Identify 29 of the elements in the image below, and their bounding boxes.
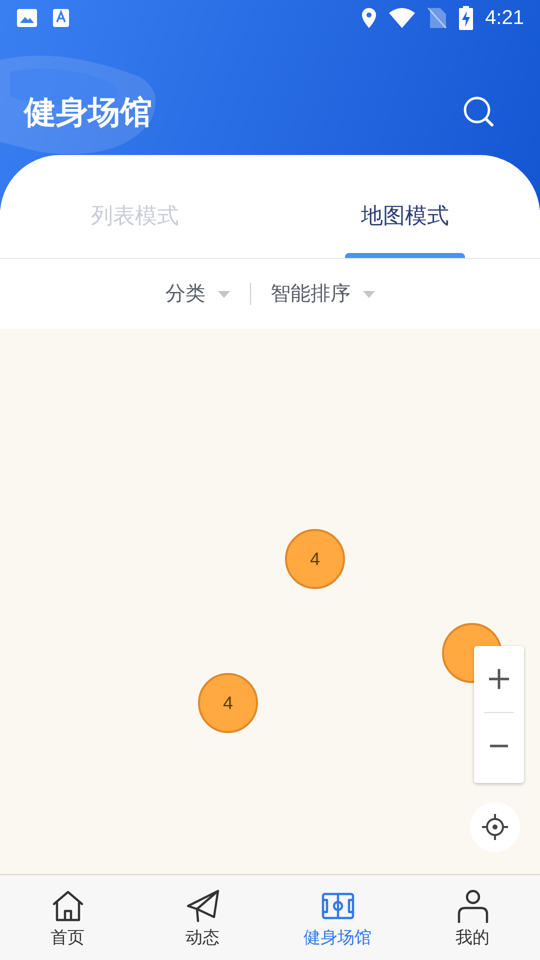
battery-charging-icon [459,6,474,30]
map-area[interactable]: 4 4 [0,329,540,874]
home-icon [50,889,84,923]
nav-tab[interactable]: 健身场馆 [270,875,405,960]
paper-plane-icon [186,889,220,923]
cluster-marker[interactable]: 4 [285,529,345,589]
locate-button[interactable] [470,802,520,852]
text-icon [52,8,70,28]
crosshair-icon [482,814,508,840]
caret-icon [362,290,374,298]
plus-icon [489,669,509,689]
location-icon [361,7,378,29]
mode-tab[interactable]: 地图模式 [270,199,540,258]
nav-tab[interactable]: 动态 [135,875,270,960]
person-icon [456,889,490,923]
filter-dropdown[interactable]: 分类 [166,279,230,309]
filter-dropdown[interactable]: 智能排序 [270,279,374,309]
page-title: 健身场馆 [24,93,152,132]
nav-tab[interactable]: 我的 [405,875,540,960]
minus-icon [490,744,508,748]
wifi-icon [389,8,416,28]
image-icon [16,8,38,28]
search-button[interactable] [462,95,496,129]
caret-icon [218,290,230,298]
cluster-marker[interactable]: 4 [198,673,258,733]
search-icon [462,95,496,129]
no-sim-icon [427,7,448,29]
nav-tab[interactable]: 首页 [0,875,135,960]
status-time: 4:21 [485,6,524,31]
